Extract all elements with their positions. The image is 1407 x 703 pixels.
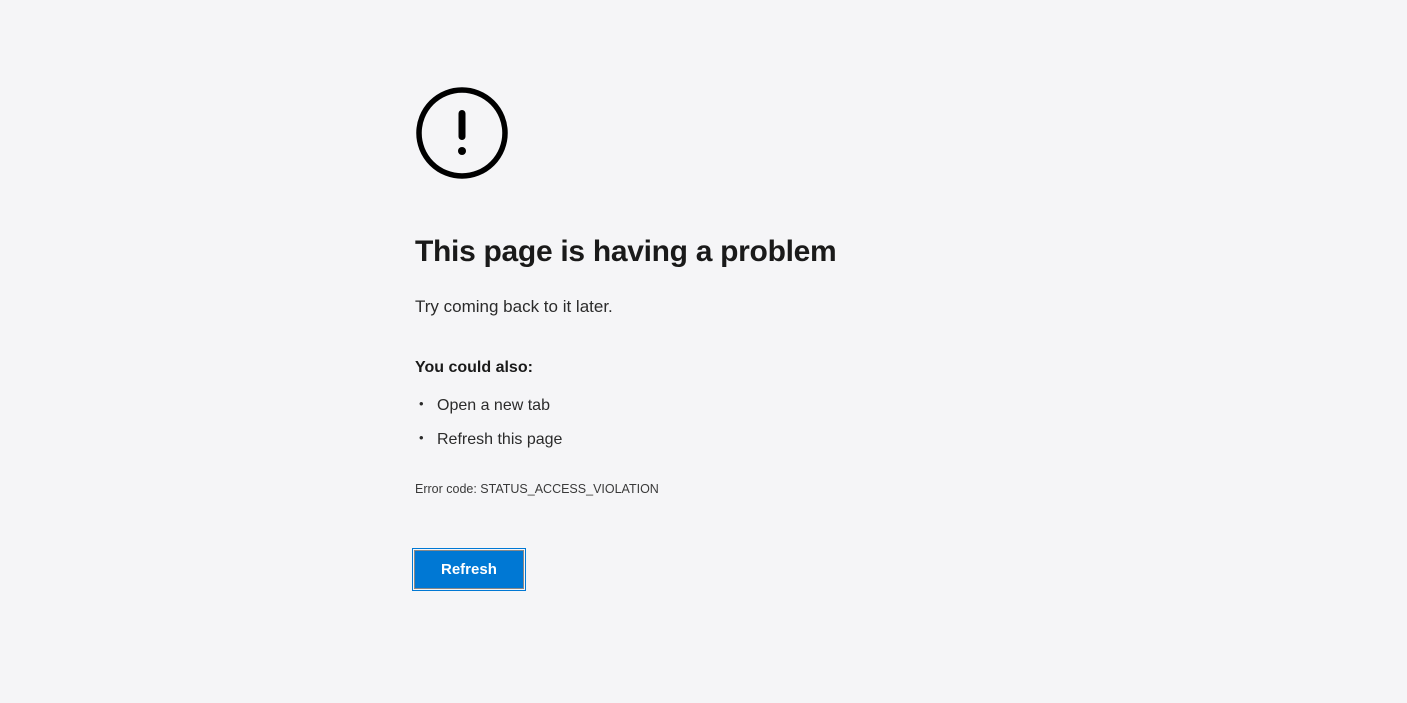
suggestions-heading: You could also:: [415, 359, 1407, 377]
error-page-container: This page is having a problem Try coming…: [0, 0, 1407, 588]
refresh-button[interactable]: Refresh: [415, 551, 523, 588]
list-item: Refresh this page: [415, 429, 1407, 451]
error-code-text: Error code: STATUS_ACCESS_VIOLATION: [415, 482, 1407, 496]
warning-icon: [415, 86, 1407, 180]
list-item: Open a new tab: [415, 395, 1407, 417]
suggestions-list: Open a new tab Refresh this page: [415, 395, 1407, 452]
error-subtitle: Try coming back to it later.: [415, 297, 1407, 317]
error-title: This page is having a problem: [415, 235, 1407, 269]
